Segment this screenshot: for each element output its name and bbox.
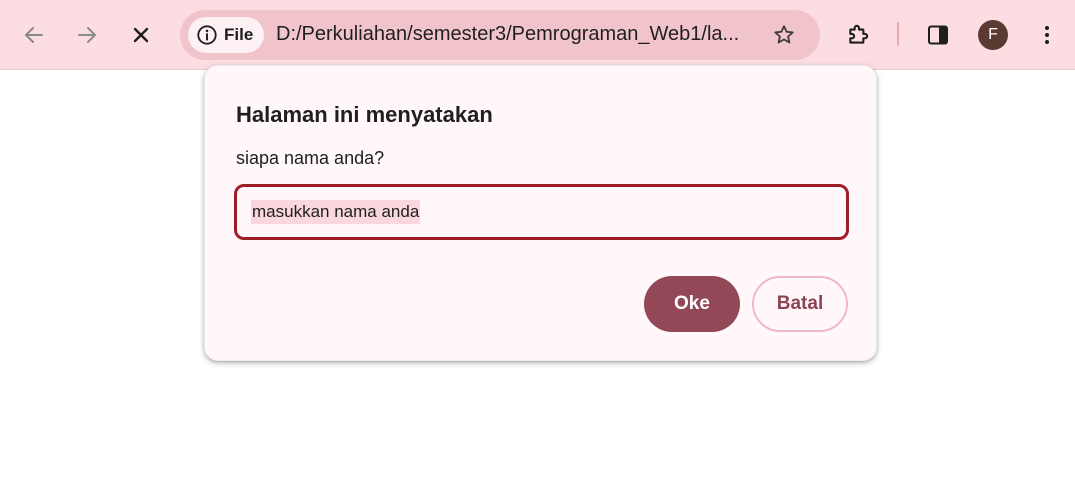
- dialog-title: Halaman ini menyatakan: [236, 102, 493, 127]
- side-panel-button[interactable]: [920, 17, 956, 53]
- ok-button[interactable]: Oke: [644, 276, 740, 332]
- forward-button[interactable]: [69, 17, 105, 53]
- stop-loading-button[interactable]: [123, 17, 159, 53]
- profile-avatar[interactable]: F: [978, 20, 1008, 50]
- browser-menu-button[interactable]: [1029, 17, 1065, 53]
- url-text[interactable]: D:/Perkuliahan/semester3/Pemrograman_Web…: [276, 23, 758, 46]
- cancel-button[interactable]: Batal: [752, 276, 848, 332]
- toolbar-divider: [897, 22, 899, 46]
- browser-toolbar: File D:/Perkuliahan/semester3/Pemrograma…: [0, 0, 1075, 70]
- arrow-left-icon: [25, 27, 43, 43]
- back-button[interactable]: [16, 17, 52, 53]
- info-icon: [197, 25, 217, 45]
- address-bar[interactable]: File D:/Perkuliahan/semester3/Pemrograma…: [180, 10, 820, 60]
- close-icon: [133, 27, 149, 43]
- prompt-input[interactable]: masukkan nama anda: [234, 184, 849, 240]
- extensions-button[interactable]: [841, 17, 877, 53]
- bookmark-button[interactable]: [770, 21, 798, 49]
- puzzle-icon: [849, 24, 869, 44]
- kebab-menu-icon: [1045, 26, 1049, 44]
- dialog-message: siapa nama anda?: [236, 148, 385, 168]
- prompt-input-value: masukkan nama anda: [251, 200, 421, 224]
- side-panel-icon: [928, 25, 948, 45]
- prompt-dialog: Halaman ini menyatakan siapa nama anda? …: [204, 65, 877, 361]
- arrow-right-icon: [78, 27, 96, 43]
- star-icon: [774, 25, 794, 44]
- site-info-chip[interactable]: File: [188, 17, 264, 53]
- site-chip-label: File: [224, 25, 254, 44]
